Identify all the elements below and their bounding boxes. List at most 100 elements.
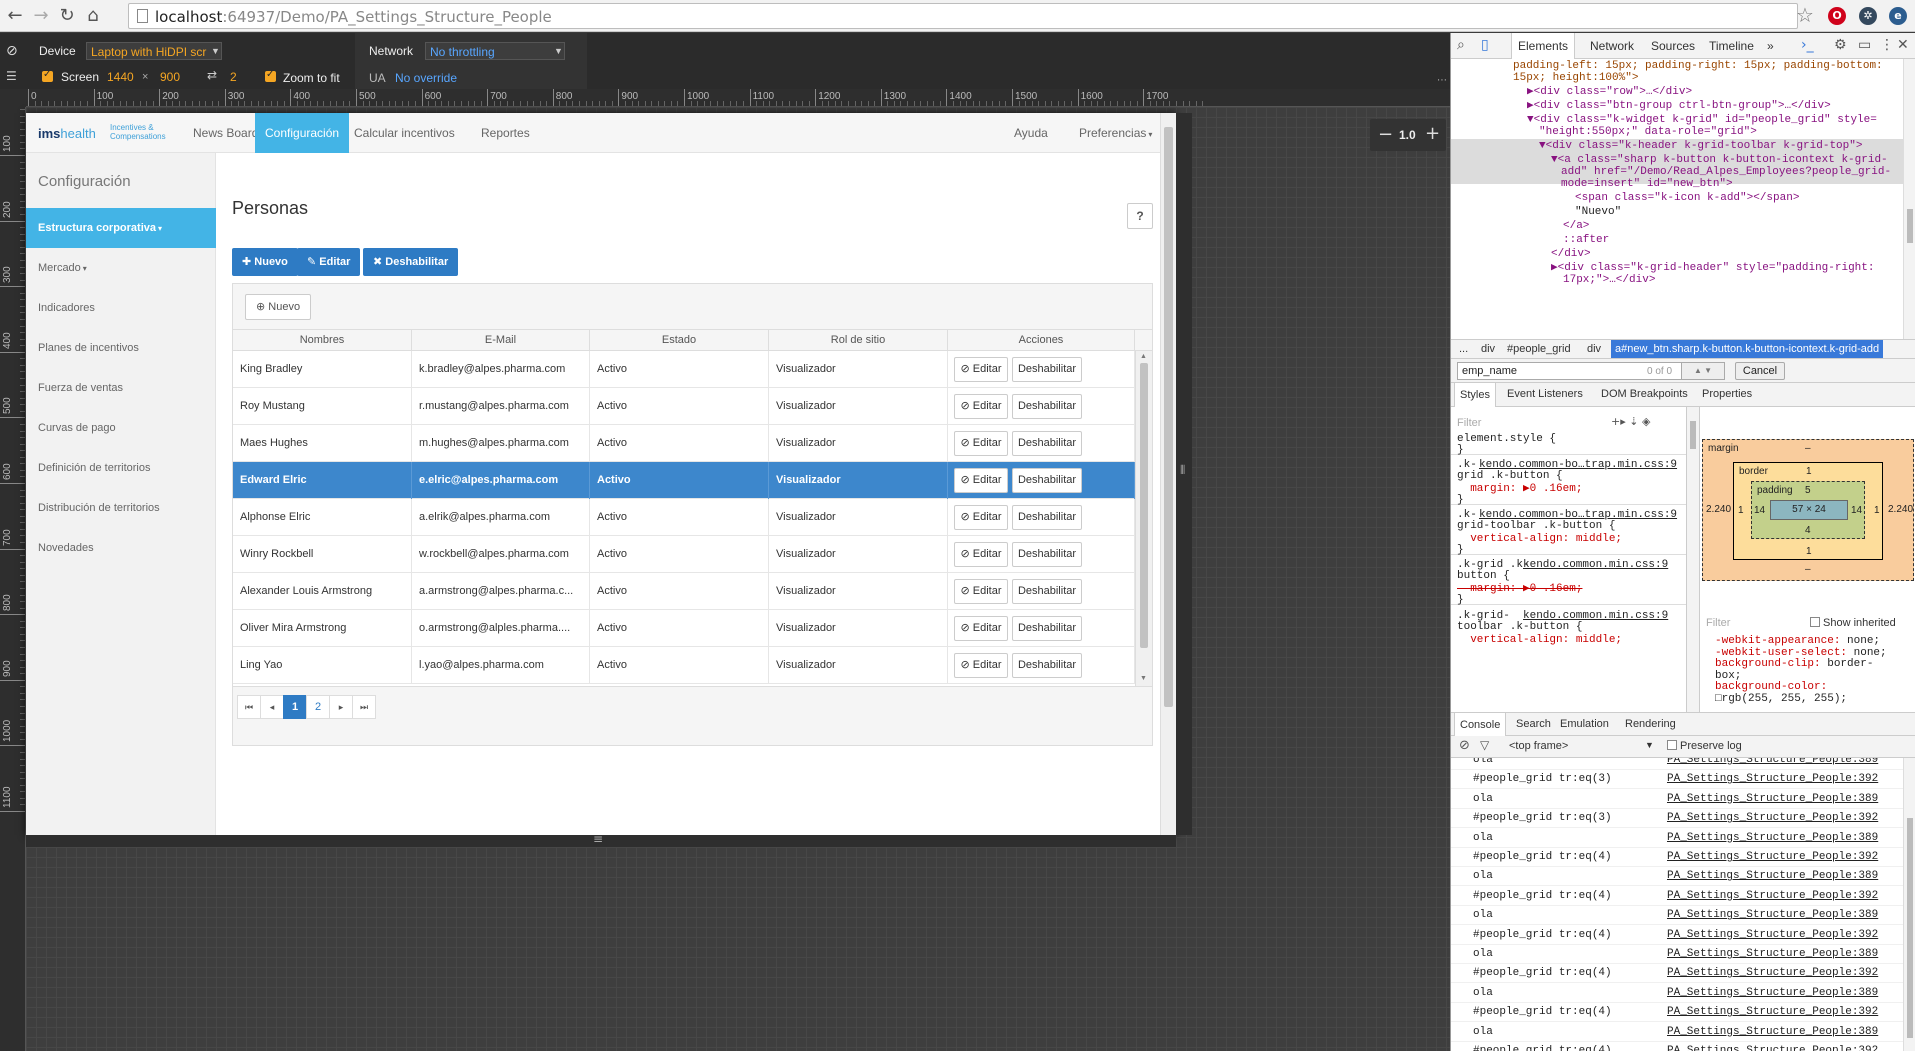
nav-configuracion[interactable]: Configuración: [255, 113, 350, 153]
column-header-nombres[interactable]: Nombres: [233, 330, 412, 352]
more-tabs-icon[interactable]: »: [1767, 39, 1774, 53]
style-rule-line[interactable]: button {: [1457, 570, 1510, 583]
style-rule-line[interactable]: grid-toolbar .k-button {: [1457, 520, 1615, 533]
style-rule-line[interactable]: vertical-align: middle;: [1457, 533, 1622, 546]
console-source-link[interactable]: PA_Settings_Structure_People:392: [1667, 770, 1878, 788]
console-source-link[interactable]: PA_Settings_Structure_People:389: [1667, 1023, 1878, 1041]
preserve-log-toggle[interactable]: Preserve log: [1667, 740, 1742, 752]
table-row[interactable]: Edward Elric e.elric@alpes.pharma.com Acti…: [233, 462, 1135, 499]
row-disable-button[interactable]: Deshabilitar: [1012, 579, 1082, 604]
row-edit-button[interactable]: ⊘ Editar: [954, 579, 1008, 604]
search-navigation[interactable]: ▲ ▼: [1681, 362, 1725, 380]
settings-gear-icon[interactable]: ⚙: [1834, 37, 1847, 53]
breadcrumb-item[interactable]: div: [1481, 343, 1495, 355]
pager-last-button[interactable]: ⏭: [352, 695, 376, 719]
row-edit-button[interactable]: ⊘ Editar: [954, 431, 1008, 456]
address-bar[interactable]: localhost:64937/Demo/PA_Settings_Structu…: [128, 3, 1798, 29]
viewport-width-resizer[interactable]: ⦀: [1176, 113, 1192, 835]
screen-checkbox[interactable]: [42, 69, 53, 82]
breadcrumb-item-selected[interactable]: a#new_btn.sharp.k-button.k-button-iconte…: [1611, 340, 1884, 358]
style-rule-line[interactable]: vertical-align: middle;: [1457, 634, 1622, 647]
styles-filter-input[interactable]: Filter: [1457, 417, 1481, 430]
dom-line[interactable]: ::after: [1563, 233, 1609, 248]
table-row[interactable]: Maes Hughes m.hughes@alpes.pharma.com Acti…: [233, 425, 1135, 462]
row-disable-button[interactable]: Deshabilitar: [1012, 653, 1082, 678]
tab-network[interactable]: Network: [1590, 39, 1634, 53]
grid-scroll-thumb[interactable]: [1140, 363, 1148, 648]
styles-scrollbar[interactable]: [1687, 407, 1700, 712]
pager-next-button[interactable]: ▸: [329, 695, 353, 719]
nav-preferencias[interactable]: Preferencias ▾: [1079, 113, 1152, 153]
tab-sources[interactable]: Sources: [1651, 39, 1695, 53]
dom-scroll-thumb[interactable]: [1907, 209, 1913, 243]
toggle-drawer-icon[interactable]: ☰: [6, 69, 17, 83]
sidebar-item-fuerza-de-ventas[interactable]: Fuerza de ventas: [38, 382, 123, 394]
viewport-height-resizer[interactable]: ≡: [26, 832, 1176, 847]
zoom-to-fit-checkbox[interactable]: [265, 69, 276, 82]
row-disable-button[interactable]: Deshabilitar: [1012, 431, 1082, 456]
dom-line[interactable]: ▶<div class="row">…</div>: [1527, 85, 1692, 100]
sidebar-item-definicion-de-territorios[interactable]: Definición de territorios: [38, 462, 151, 474]
dom-line[interactable]: mode=insert" id="new_btn">: [1561, 177, 1733, 192]
table-row[interactable]: King Bradley k.bradley@alpes.pharma.com Ac…: [233, 351, 1135, 388]
sidebar-item-indicadores[interactable]: Indicadores: [38, 302, 95, 314]
style-rule-line[interactable]: }: [1457, 594, 1464, 607]
column-header-email[interactable]: E-Mail: [412, 330, 590, 352]
console-source-link[interactable]: PA_Settings_Structure_People:389: [1667, 906, 1878, 924]
styles-toolbar-icons[interactable]: +▸ ⇣ ◈: [1611, 415, 1650, 428]
computed-style-line[interactable]: background-color:: [1715, 681, 1827, 693]
console-scrollbar[interactable]: [1903, 758, 1915, 1051]
frame-select[interactable]: <top frame>: [1509, 740, 1568, 752]
dom-line[interactable]: </div>: [1551, 247, 1591, 262]
tab-properties[interactable]: Properties: [1702, 388, 1752, 400]
device-select[interactable]: Laptop with HiDPI scr ▼: [86, 42, 222, 60]
sidebar-item-mercado[interactable]: Mercado ▾: [38, 262, 87, 274]
tab-elements[interactable]: Elements: [1511, 33, 1576, 59]
sidebar-item-estructura-corporativa[interactable]: Estructura corporativa ▾: [26, 208, 216, 248]
help-button[interactable]: ?: [1127, 203, 1153, 229]
styles-scroll-thumb[interactable]: [1690, 421, 1696, 449]
table-row[interactable]: Roy Mustang r.mustang@alpes.pharma.com Act…: [233, 388, 1135, 425]
table-row[interactable]: Alexander Louis Armstrong a.armstrong@alp…: [233, 573, 1135, 610]
dom-line[interactable]: "Nuevo": [1575, 205, 1621, 220]
console-source-link[interactable]: PA_Settings_Structure_People:389: [1667, 945, 1878, 963]
console-source-link[interactable]: PA_Settings_Structure_People:392: [1667, 926, 1878, 944]
show-inherited-checkbox[interactable]: [1810, 617, 1820, 627]
show-inherited-toggle[interactable]: Show inherited: [1810, 617, 1896, 629]
ua-input[interactable]: No override: [395, 71, 457, 85]
swap-dimensions-icon[interactable]: ⇄: [207, 68, 217, 82]
tab-rendering[interactable]: Rendering: [1625, 718, 1676, 730]
sidebar-item-curvas-de-pago[interactable]: Curvas de pago: [38, 422, 116, 434]
row-disable-button[interactable]: Deshabilitar: [1012, 542, 1082, 567]
search-cancel-button[interactable]: Cancel: [1735, 362, 1785, 380]
console-source-link[interactable]: PA_Settings_Structure_People:392: [1667, 1003, 1878, 1021]
table-row[interactable]: Ling Yao l.yao@alpes.pharma.com Activo Visu…: [233, 647, 1135, 684]
row-edit-button[interactable]: ⊘ Editar: [954, 542, 1008, 567]
row-edit-button[interactable]: ⊘ Editar: [954, 357, 1008, 382]
tab-emulation[interactable]: Emulation: [1560, 718, 1609, 730]
console-source-link[interactable]: PA_Settings_Structure_People:389: [1667, 867, 1878, 885]
breadcrumb-item[interactable]: ...: [1459, 343, 1468, 355]
device-pixel-ratio-input[interactable]: 2: [230, 70, 237, 84]
screen-height-input[interactable]: 900: [160, 70, 180, 84]
dom-line[interactable]: ▶<div class="btn-group ctrl-btn-group">……: [1527, 99, 1831, 114]
row-disable-button[interactable]: Deshabilitar: [1012, 616, 1082, 641]
table-row[interactable]: Winry Rockbell w.rockbell@alpes.pharma.co…: [233, 536, 1135, 573]
console-source-link[interactable]: PA_Settings_Structure_People:389: [1667, 758, 1878, 769]
device-mode-icon[interactable]: ▯: [1481, 37, 1489, 53]
style-rule-line[interactable]: toolbar .k-button {: [1457, 621, 1582, 634]
tab-event-listeners[interactable]: Event Listeners: [1507, 388, 1583, 400]
style-rule-line[interactable]: }: [1457, 444, 1464, 457]
zoom-in-button[interactable]: +: [1425, 123, 1440, 144]
sidebar-item-planes-de-incentivos[interactable]: Planes de incentivos: [38, 342, 139, 354]
chevron-down-icon[interactable]: ▼: [1645, 740, 1654, 750]
pager-first-button[interactable]: ⏮: [237, 695, 261, 719]
column-header-estado[interactable]: Estado: [590, 330, 769, 352]
tab-search[interactable]: Search: [1516, 718, 1551, 730]
dom-line[interactable]: 17px;">…</div>: [1563, 273, 1655, 288]
table-row[interactable]: Oliver Mira Armstrong o.armstrong@alples.…: [233, 610, 1135, 647]
row-disable-button[interactable]: Deshabilitar: [1012, 394, 1082, 419]
nav-news-board[interactable]: News Board: [193, 113, 258, 153]
dom-tree-scrollbar[interactable]: [1903, 59, 1915, 339]
more-menu-icon[interactable]: ⋮: [1880, 37, 1894, 53]
